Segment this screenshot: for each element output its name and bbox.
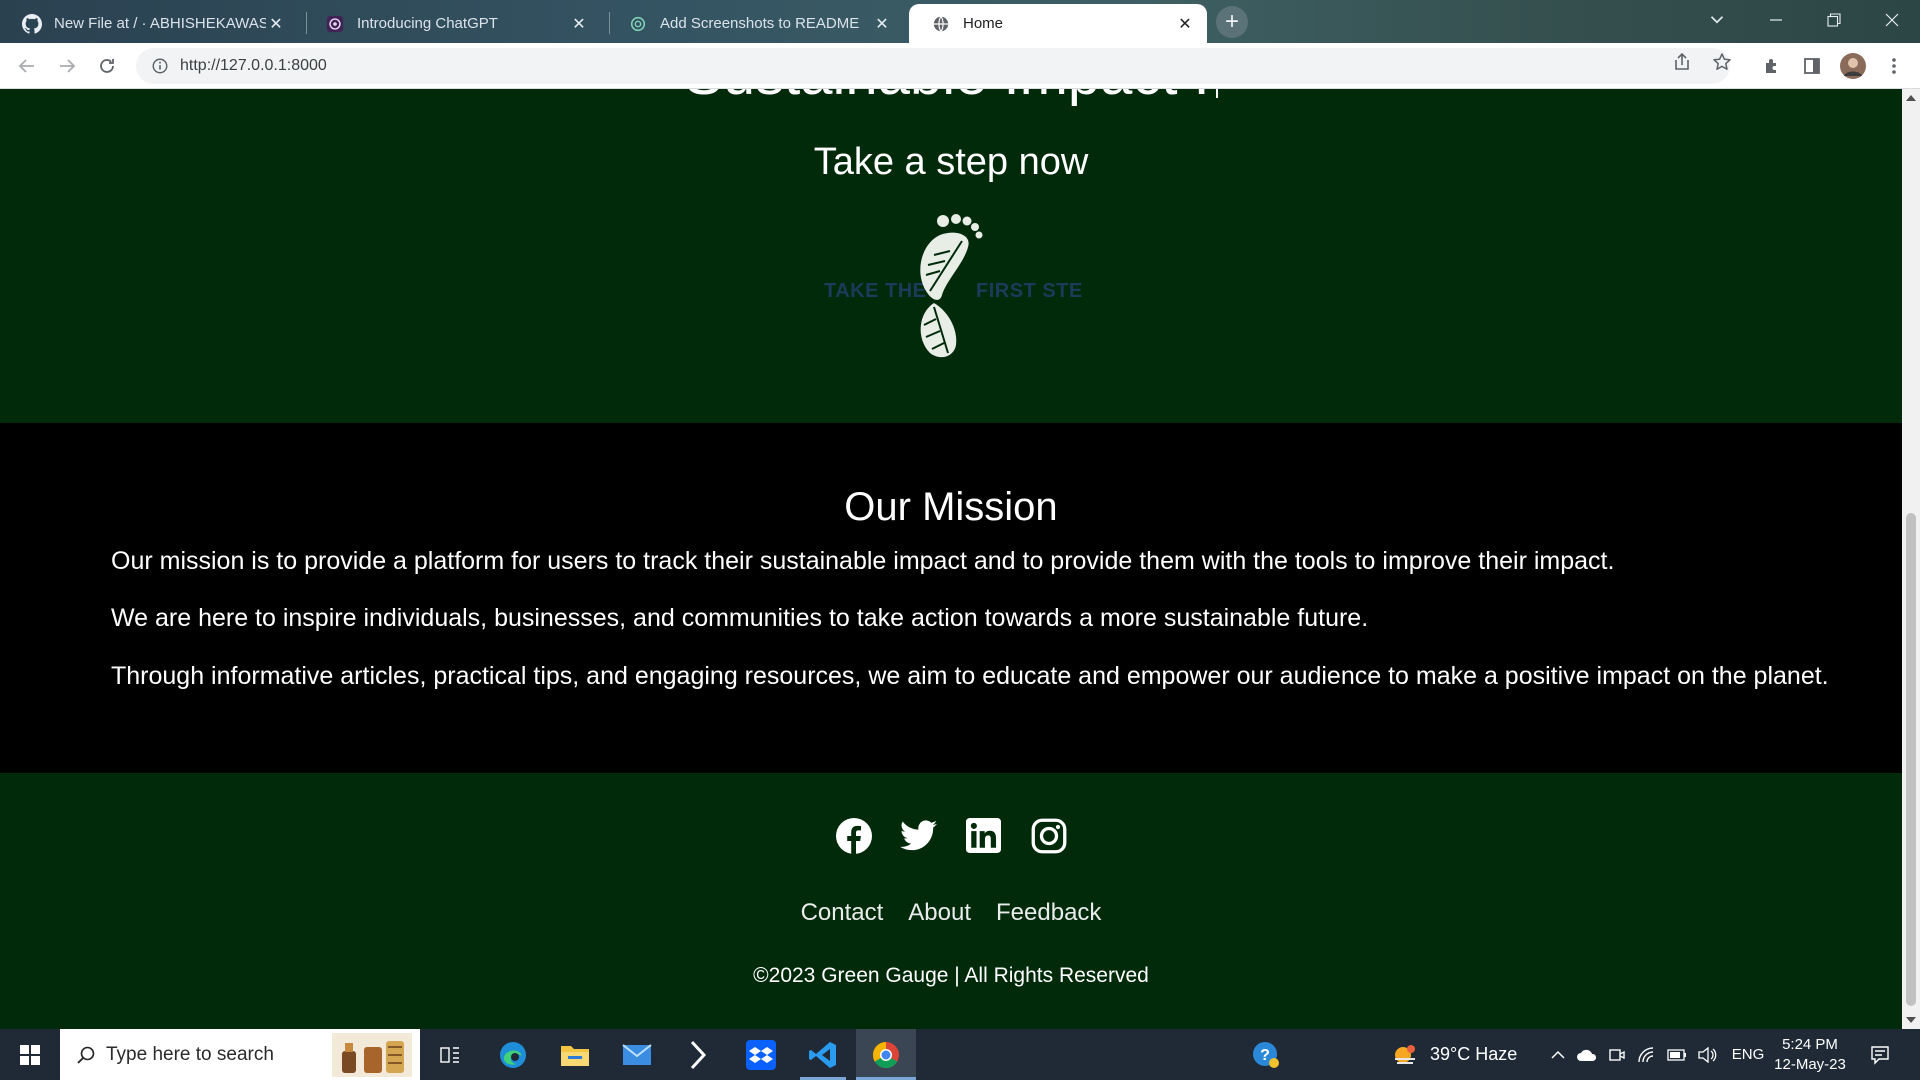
mission-paragraph: Through informative articles, practical …: [111, 662, 1829, 690]
restore-icon[interactable]: [1806, 0, 1862, 40]
mission-paragraph: Our mission is to provide a platform for…: [111, 547, 1615, 575]
edge-icon[interactable]: [490, 1029, 536, 1080]
hero-heading-text: Sustainable Impact !: [684, 89, 1210, 107]
search-highlight-illustration: [332, 1033, 412, 1077]
hero-section: Sustainable Impact ! Take a step now TAK…: [0, 89, 1902, 423]
scroll-up-arrow[interactable]: [1906, 95, 1916, 101]
tab-title: Add Screenshots to README: [660, 15, 860, 32]
tab-github[interactable]: New File at / · ABHISHEKAWASTHI ✕: [0, 4, 298, 43]
facebook-icon[interactable]: [835, 817, 872, 854]
info-icon[interactable]: [142, 57, 178, 75]
new-tab-button[interactable]: +: [1216, 6, 1248, 38]
close-icon[interactable]: ✕: [1175, 14, 1195, 34]
browser-tab-strip: New File at / · ABHISHEKAWASTHI ✕ Introd…: [0, 0, 1920, 43]
dropbox-icon[interactable]: [738, 1029, 784, 1080]
volume-icon[interactable]: [1694, 1029, 1720, 1080]
scroll-down-arrow[interactable]: [1906, 1017, 1916, 1023]
address-bar[interactable]: http://127.0.0.1:8000: [136, 48, 1730, 84]
hero-heading: Sustainable Impact !: [0, 89, 1902, 108]
tab-home[interactable]: Home ✕: [909, 4, 1207, 43]
wifi-icon[interactable]: [1634, 1029, 1660, 1080]
linkedin-icon[interactable]: [965, 817, 1002, 854]
share-icon[interactable]: [1671, 51, 1693, 73]
tab-title: New File at / · ABHISHEKAWASTHI: [54, 15, 266, 32]
battery-icon[interactable]: [1664, 1029, 1690, 1080]
clock[interactable]: 5:24 PM 12-May-23: [1772, 1029, 1848, 1080]
chevron-down-icon[interactable]: [1706, 8, 1728, 30]
take-first-step-logo[interactable]: TAKE THE FIRST STEP: [822, 211, 1082, 361]
tab-readme[interactable]: Add Screenshots to README ✕: [606, 4, 904, 43]
extensions-icon[interactable]: [1756, 50, 1788, 82]
back-icon[interactable]: [11, 50, 43, 82]
logo-text-right: FIRST STEP: [976, 280, 1082, 302]
footer-nav: Contact About Feedback: [0, 899, 1902, 927]
footer-link-contact[interactable]: Contact: [801, 899, 884, 927]
twitter-icon[interactable]: [900, 817, 937, 854]
footprint-leaf-icon: [920, 214, 983, 358]
url-text[interactable]: http://127.0.0.1:8000: [180, 57, 327, 75]
typing-caret: [1215, 89, 1218, 98]
vscode-icon[interactable]: [800, 1029, 846, 1080]
windows-start-icon[interactable]: [0, 1029, 60, 1080]
tab-title: Home: [963, 15, 1004, 32]
browser-toolbar: http://127.0.0.1:8000: [0, 43, 1920, 89]
notifications-icon[interactable]: [1862, 1029, 1898, 1080]
windows-taskbar: Type here to search ? 39°C Haze ENG 5:24…: [0, 1029, 1920, 1080]
instagram-icon[interactable]: [1030, 817, 1067, 854]
close-icon[interactable]: ✕: [569, 14, 589, 34]
onedrive-cloud-icon[interactable]: [1574, 1029, 1600, 1080]
language-indicator[interactable]: ENG: [1728, 1029, 1768, 1080]
clock-time: 5:24 PM: [1782, 1035, 1838, 1053]
scrollbar-thumb[interactable]: [1906, 513, 1916, 1006]
page-viewport: Sustainable Impact ! Take a step now TAK…: [0, 89, 1902, 1029]
mission-title: Our Mission: [844, 485, 1058, 529]
file-explorer-icon[interactable]: [552, 1029, 598, 1080]
weather-text[interactable]: 39°C Haze: [1430, 1029, 1522, 1080]
openai-icon: [325, 14, 345, 34]
globe-icon: [931, 14, 951, 34]
search-icon: [76, 1045, 96, 1065]
tab-chatgpt[interactable]: Introducing ChatGPT ✕: [303, 4, 601, 43]
openai-icon: [628, 14, 648, 34]
close-icon[interactable]: ✕: [266, 14, 286, 34]
search-placeholder: Type here to search: [106, 1043, 274, 1065]
taskbar-search-box[interactable]: Type here to search: [60, 1029, 420, 1080]
menu-kebab-icon[interactable]: [1878, 50, 1910, 82]
svg-text:?: ?: [1260, 1047, 1270, 1064]
minimize-icon[interactable]: [1748, 0, 1804, 40]
social-links: [0, 817, 1902, 854]
meet-now-icon[interactable]: [1604, 1029, 1630, 1080]
close-icon[interactable]: ✕: [872, 14, 892, 34]
chrome-icon[interactable]: [856, 1029, 916, 1080]
mission-section: Our Mission Our mission is to provide a …: [0, 423, 1902, 773]
forward-icon[interactable]: [51, 50, 83, 82]
chevron-up-icon[interactable]: [1546, 1029, 1570, 1080]
github-icon: [22, 13, 42, 34]
task-view-icon[interactable]: [428, 1029, 472, 1080]
terminal-app-icon[interactable]: [676, 1029, 722, 1080]
weather-icon[interactable]: [1390, 1029, 1420, 1080]
hero-subheading: Take a step now: [813, 141, 1089, 183]
page-scrollbar[interactable]: [1902, 89, 1920, 1029]
side-panel-icon[interactable]: [1796, 50, 1828, 82]
tab-title: Introducing ChatGPT: [357, 15, 498, 32]
clock-date: 12-May-23: [1774, 1055, 1846, 1073]
reload-icon[interactable]: [91, 50, 123, 82]
footer-link-feedback[interactable]: Feedback: [996, 899, 1101, 927]
bookmark-star-icon[interactable]: [1711, 51, 1733, 73]
close-window-icon[interactable]: [1864, 0, 1920, 40]
site-footer: Contact About Feedback ©2023 Green Gauge…: [0, 773, 1902, 1029]
copyright-text: ©2023 Green Gauge | All Rights Reserved: [753, 964, 1149, 987]
logo-text-left: TAKE THE: [824, 280, 927, 302]
mission-paragraph: We are here to inspire individuals, busi…: [111, 604, 1369, 632]
mail-icon[interactable]: [614, 1029, 660, 1080]
help-icon[interactable]: ?: [1246, 1029, 1286, 1080]
profile-avatar[interactable]: [1837, 50, 1869, 82]
footer-link-about[interactable]: About: [908, 899, 971, 927]
